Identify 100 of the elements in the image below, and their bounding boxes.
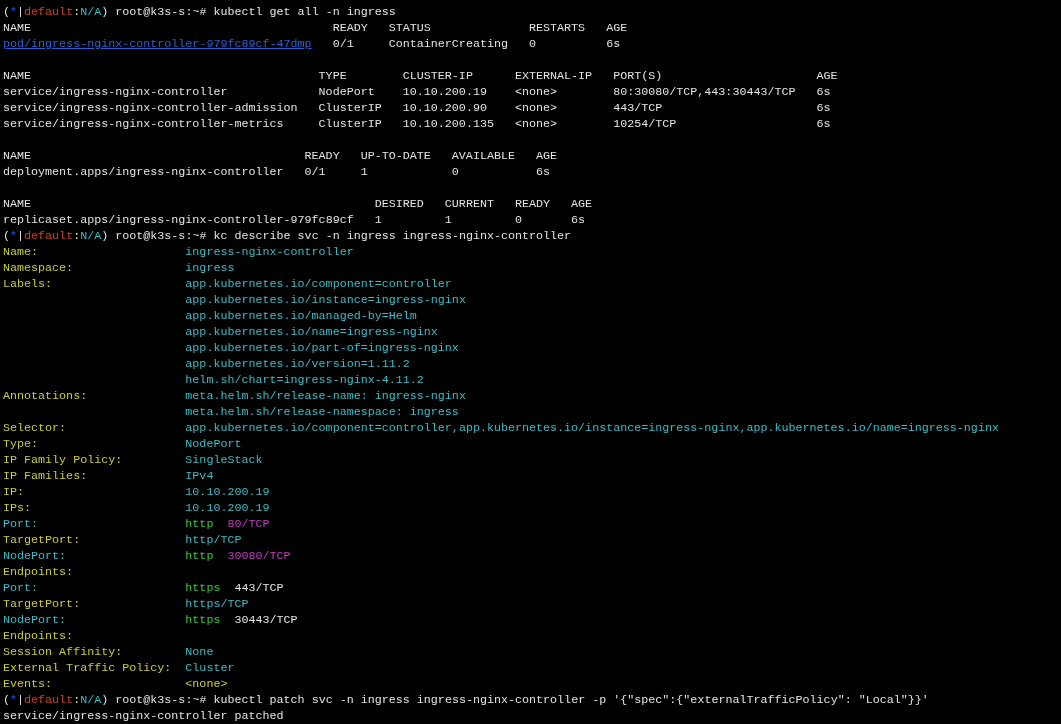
table-cell-text: <none> [514,84,559,100]
column-header: CURRENT [444,196,495,212]
shell-prompt: (*|default:N/A) root@k3s-s:~# [3,5,207,19]
field-value: app.kubernetes.io/name=ingress-nginx [185,325,438,339]
table-cell-text: service/ingress-nginx-controller-admission [3,100,299,116]
column-header: DESIRED [374,196,425,212]
field-label: TargetPort: [3,532,82,548]
table-cell: 6s [606,36,621,52]
field-value: https [185,581,221,595]
field-value: ingress [185,261,235,275]
field-value: https [185,613,221,627]
field-value: app.kubernetes.io/component=controller [185,277,452,291]
field-value: NodePort [185,437,242,451]
table-cell-text: ClusterIP [318,100,383,116]
field-label: IP Families: [3,468,89,484]
field-value: app.kubernetes.io/component=controller,app.kubernetes.io/instance=ingress-nginx,app.kubernetes.io/name=ingress-nginx [185,421,999,435]
command-text: kubectl patch svc -n ingress ingress-nginx-controller -p '{"spec":{"externalTrafficPolicy": "Local"}}' [213,693,929,707]
field-value: None [185,645,214,659]
field-label: NodePort: [3,612,68,628]
column-header: READY [514,196,552,212]
column-header: READY [304,148,341,164]
field-value: meta.helm.sh/release-namespace: ingress [185,405,459,419]
field-value: 30443/TCP [234,613,298,627]
field-label: External Traffic Policy: [3,660,173,676]
table-cell: 6s [816,100,831,116]
field-value: IPv4 [185,469,214,483]
field-label: IPs: [3,500,33,516]
column-header: UP-TO-DATE [360,148,432,164]
table-cell-text: 1 [360,164,369,180]
output-text: service/ingress-nginx-controller patched [3,709,284,723]
table-cell-text: <none> [514,116,559,132]
column-header: NAME [3,20,33,36]
table-cell-text: replicaset.apps/ingress-nginx-controller-979fc89cf [3,212,355,228]
table-cell-text: 0/1 [332,36,355,52]
field-label: Type: [3,436,40,452]
table-cell-text: NodePort [318,84,376,100]
field-value: SingleStack [185,453,263,467]
field-value: app.kubernetes.io/version=1.11.2 [185,357,410,371]
field-label: Events: [3,676,54,692]
table-cell-text: 443/TCP [613,100,664,116]
field-value: app.kubernetes.io/instance=ingress-nginx [185,293,466,307]
field-label: TargetPort: [3,596,82,612]
table-cell-text: 0 [451,164,460,180]
field-label: Name: [3,244,40,260]
table-cell: 6s [571,212,586,228]
table-cell-text: ContainerCreating [388,36,509,52]
table-cell-text: 1 [444,212,453,228]
field-label: Session Affinity: [3,644,124,660]
field-label: Port: [3,516,40,532]
column-header: EXTERNAL-IP [514,68,594,84]
column-header: NAME [3,68,33,84]
field-value: 80/TCP [227,517,270,531]
table-cell-text: <none> [514,100,559,116]
field-value: 10.10.200.19 [185,501,270,515]
column-header: AGE [816,68,838,84]
column-header: RESTARTS [529,20,587,36]
column-header: AVAILABLE [451,148,516,164]
table-cell-text: 1 [374,212,383,228]
field-value: http/TCP [185,533,242,547]
column-header: CLUSTER-IP [402,68,474,84]
table-cell-text: 0 [529,36,537,52]
field-value: <none> [185,677,228,691]
field-label: Annotations: [3,388,89,404]
pod-link[interactable]: pod/ingress-nginx-controller-979fc89cf-47dmp [3,36,333,52]
table-cell: 6s [816,116,831,132]
table-cell-text: 0/1 [304,164,327,180]
command-text: kubectl get all -n ingress [213,5,396,19]
field-value: app.kubernetes.io/managed-by=Helm [185,309,417,323]
table-cell-text: 10254/TCP [613,116,678,132]
table-cell: 6s [816,84,831,100]
field-value: app.kubernetes.io/part-of=ingress-nginx [185,341,459,355]
field-label: Selector: [3,420,68,436]
table-cell-text: service/ingress-nginx-controller-metrics [3,116,285,132]
shell-prompt: (*|default:N/A) root@k3s-s:~# [3,229,207,243]
field-label: Endpoints: [3,628,75,644]
table-cell-text: deployment.apps/ingress-nginx-controller [3,164,285,180]
table-cell-text: service/ingress-nginx-controller [3,84,229,100]
field-label: Labels: [3,276,54,292]
column-header: AGE [536,148,558,164]
column-header: STATUS [388,20,432,36]
field-label: Endpoints: [3,564,75,580]
field-value: http [185,549,214,563]
column-header: NAME [3,196,33,212]
table-cell-text: 0 [514,212,523,228]
field-value: 443/TCP [234,581,284,595]
field-value: helm.sh/chart=ingress-nginx-4.11.2 [185,373,424,387]
table-cell-text: 10.10.200.19 [402,84,488,100]
field-value: ingress-nginx-controller [185,245,354,259]
field-value: http [185,517,214,531]
field-label: NodePort: [3,548,68,564]
column-header: AGE [606,20,628,36]
table-cell: 6s [536,164,551,180]
command-text: kc describe svc -n ingress ingress-nginx-controller [213,229,572,243]
field-value: 30080/TCP [227,549,291,563]
field-value: 10.10.200.19 [185,485,270,499]
field-value: meta.helm.sh/release-name: ingress-nginx [185,389,466,403]
field-value: Cluster [185,661,235,675]
column-header: NAME [3,148,33,164]
table-cell-text: 80:30080/TCP,443:30443/TCP [613,84,797,100]
column-header: READY [332,20,369,36]
